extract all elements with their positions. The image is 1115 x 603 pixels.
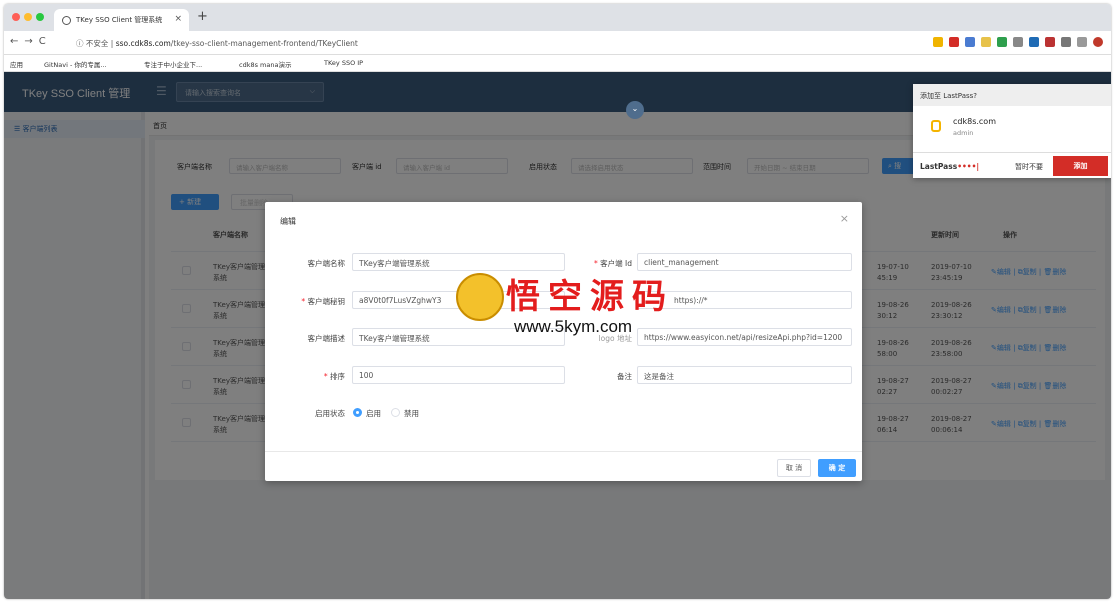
bookmark-gitnavi[interactable]: GitNavi - 你的专属... — [44, 59, 107, 69]
new-tab-button[interactable]: + — [197, 9, 208, 24]
status-on-radio[interactable]: 启用 — [353, 408, 381, 419]
remark-label: 备注 — [552, 371, 632, 382]
lastpass-logo-dots: ••••| — [957, 162, 980, 171]
extension-icon[interactable] — [965, 37, 975, 47]
close-window-button[interactable] — [12, 13, 20, 21]
lastpass-logo: LastPass••••| — [920, 162, 979, 171]
remark-field[interactable]: 这是备注 — [637, 366, 852, 384]
nav-buttons[interactable]: ←→C — [10, 36, 52, 47]
cancel-button[interactable]: 取 消 — [777, 459, 811, 477]
not-now-button[interactable]: 暂时不要 — [1015, 162, 1043, 172]
secret-label-text: 客户端秘钥 — [307, 297, 346, 306]
close-icon[interactable]: × — [174, 14, 182, 24]
status-label-text: 启用状态 — [315, 409, 345, 418]
extension-icon[interactable] — [1013, 37, 1023, 47]
lastpass-icon[interactable] — [949, 37, 959, 47]
browser-tab[interactable]: TKey SSO Client 管理系统 × — [54, 9, 189, 31]
bookmark-sme[interactable]: 专注于中小企业下... — [144, 59, 202, 69]
name-label: 客户端名称 — [265, 258, 346, 269]
status-label: 启用状态 — [265, 408, 345, 419]
extensions — [933, 37, 1103, 47]
watermark: 悟空源码 www.5kym.com — [456, 269, 676, 349]
watermark-cn: 悟空源码 — [506, 277, 674, 317]
status-on-label: 启用 — [366, 409, 381, 418]
minimize-window-button[interactable] — [24, 13, 32, 21]
extension-icon[interactable] — [997, 37, 1007, 47]
lastpass-footer: LastPass••••| 暂时不要 添加 — [913, 152, 1111, 178]
address-bar: ←→C ⓘ 不安全 | ssо.cdk8s.com/tkey-sso-clien… — [4, 31, 1111, 55]
radio-unchecked-icon — [391, 408, 400, 417]
bookmarks-bar: 应用 GitNavi - 你的专属... 专注于中小企业下... cdk8s m… — [4, 55, 1111, 72]
id-label: * 客户端 Id — [594, 259, 632, 268]
lastpass-site: cdk8s.com — [953, 117, 996, 126]
sort-label: * 排序 — [323, 372, 345, 381]
extension-icon[interactable] — [1077, 37, 1087, 47]
status-off-radio[interactable]: 禁用 — [391, 408, 419, 419]
sort-field[interactable]: 100 — [352, 366, 565, 384]
desc-label: 客户端描述 — [265, 333, 346, 344]
lock-icon — [931, 120, 941, 132]
tab-bar: TKey SSO Client 管理系统 × + — [4, 4, 1111, 31]
remark-label-text: 备注 — [617, 372, 632, 381]
dialog-divider — [265, 451, 862, 452]
id-label-text: 客户端 Id — [600, 259, 632, 268]
extension-icon[interactable] — [1029, 37, 1039, 47]
desc-label-text: 客户端描述 — [307, 334, 346, 343]
watermark-en: www.5kym.com — [514, 317, 633, 336]
bookmark-cdk8s[interactable]: cdk8s mana演示 — [239, 59, 291, 69]
monkey-logo-icon — [456, 273, 504, 321]
lastpass-header: 添加至 LastPass? — [913, 84, 1111, 106]
close-icon[interactable]: × — [840, 212, 849, 225]
confirm-button[interactable]: 确 定 — [818, 459, 856, 477]
globe-icon — [62, 16, 71, 25]
url-field[interactable]: ⓘ 不安全 | ssо.cdk8s.com/tkey-sso-client-ma… — [76, 38, 358, 49]
extension-icon[interactable] — [1045, 37, 1055, 47]
dialog-title: 编辑 — [280, 217, 296, 226]
maximize-window-button[interactable] — [36, 13, 44, 21]
lastpass-popup: 添加至 LastPass? cdk8s.com admin LastPass••… — [913, 84, 1111, 178]
bookmark-apps[interactable]: 应用 — [10, 59, 23, 69]
browser-window: TKey SSO Client 管理系统 × + ←→C ⓘ 不安全 | ssо… — [4, 4, 1111, 599]
lastpass-user: admin — [953, 129, 974, 137]
add-button[interactable]: 添加 — [1053, 156, 1108, 176]
window-controls — [12, 13, 48, 23]
lastpass-logo-text: LastPass — [920, 162, 958, 171]
tab-title: TKey SSO Client 管理系统 — [76, 16, 163, 24]
extension-icon[interactable] — [1061, 37, 1071, 47]
extension-icon[interactable] — [981, 37, 991, 47]
status-off-label: 禁用 — [404, 409, 419, 418]
collapse-toggle-icon[interactable]: ⌄ — [626, 101, 644, 119]
avatar[interactable] — [1093, 37, 1103, 47]
name-label-text: 客户端名称 — [307, 259, 346, 268]
secret-label: * 客户端秘钥 — [301, 297, 346, 306]
security-label: ⓘ 不安全 — [76, 39, 109, 48]
radio-checked-icon — [353, 408, 362, 417]
bookmark-tkey[interactable]: TKey SSO IP — [324, 59, 363, 67]
url-path: /tkey-sso-client-management-frontend/TKe… — [170, 39, 358, 48]
url-host: ssо.cdk8s.com — [115, 39, 171, 48]
sort-label-text: 排序 — [330, 372, 345, 381]
star-icon[interactable] — [933, 37, 943, 47]
